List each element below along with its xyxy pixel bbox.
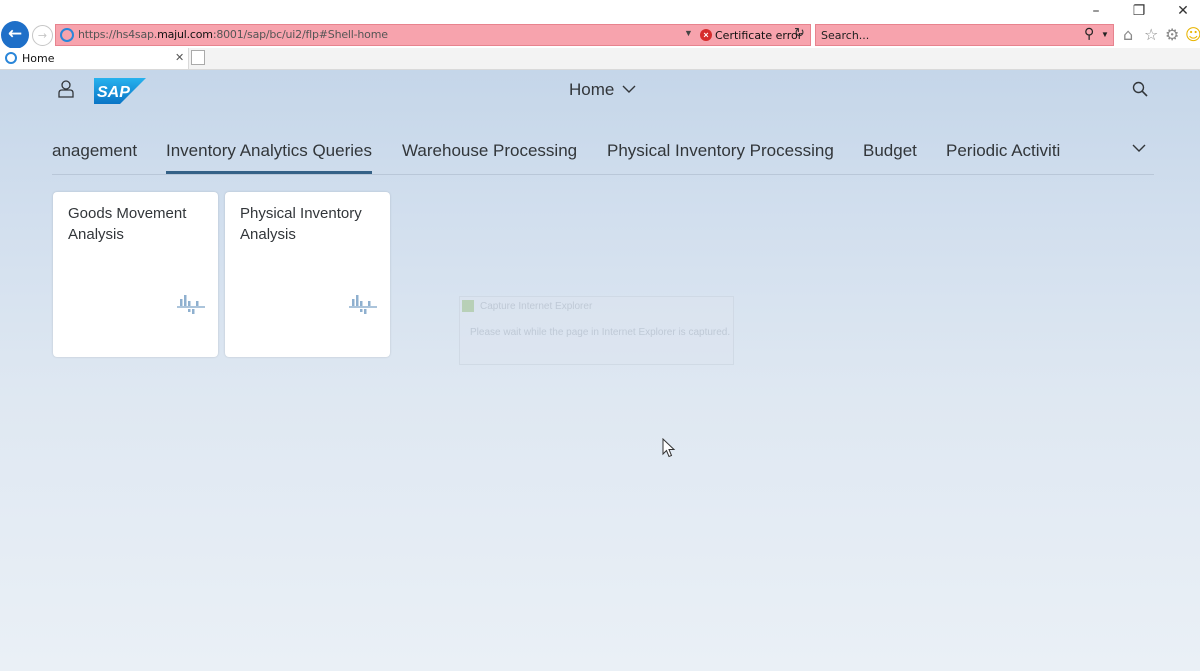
tile-goods-movement-analysis[interactable]: Goods Movement Analysis xyxy=(53,192,218,357)
mouse-cursor-icon xyxy=(662,438,676,458)
capture-overlay-dialog: Capture Internet Explorer Please wait wh… xyxy=(459,296,734,365)
shell-title[interactable]: Home xyxy=(569,80,614,100)
tab-close-icon[interactable]: ✕ xyxy=(175,51,184,64)
certificate-error-label[interactable]: Certificate error xyxy=(715,29,802,42)
anchor-tab-warehouse-processing[interactable]: Warehouse Processing xyxy=(402,141,577,161)
tab-title: Home xyxy=(22,52,55,65)
analysis-chart-icon xyxy=(349,295,377,314)
refresh-icon[interactable]: ↻ xyxy=(794,26,805,41)
ie-page-icon xyxy=(60,28,74,42)
home-icon[interactable]: ⌂ xyxy=(1123,25,1133,44)
anchor-tab-periodic-activities[interactable]: Periodic Activiti xyxy=(946,141,1063,161)
anchor-overflow-chevron-icon[interactable] xyxy=(1132,143,1146,153)
address-url[interactable]: https://hs4sap.majul.com:8001/sap/bc/ui2… xyxy=(78,28,388,41)
close-window-button[interactable]: ✕ xyxy=(1168,2,1198,20)
shell-header: SAP Home xyxy=(0,70,1200,110)
capture-app-icon xyxy=(462,300,474,312)
browser-tab-home[interactable]: Home ✕ xyxy=(0,48,189,69)
browser-nav-bar: ← → https://hs4sap.majul.com:8001/sap/bc… xyxy=(0,21,1200,49)
tile-physical-inventory-analysis[interactable]: Physical Inventory Analysis xyxy=(225,192,390,357)
svg-text:SAP: SAP xyxy=(97,84,130,101)
forward-button[interactable]: → xyxy=(32,25,53,46)
certificate-error-icon[interactable]: × xyxy=(700,29,712,41)
new-tab-button[interactable] xyxy=(191,50,205,65)
smiley-feedback-icon[interactable]: ☺ xyxy=(1185,25,1200,44)
ie-tab-icon xyxy=(5,52,17,64)
sap-logo[interactable]: SAP xyxy=(94,78,146,104)
search-placeholder: Search... xyxy=(821,29,870,42)
restore-button[interactable]: ❐ xyxy=(1124,2,1154,20)
anchor-tab-physical-inventory-processing[interactable]: Physical Inventory Processing xyxy=(607,141,834,161)
address-bar[interactable]: https://hs4sap.majul.com:8001/sap/bc/ui2… xyxy=(55,24,811,46)
browser-search-icon[interactable]: ⚲ xyxy=(1084,26,1094,42)
search-icon[interactable] xyxy=(1132,81,1148,97)
tile-title: Goods Movement Analysis xyxy=(68,205,187,243)
user-icon[interactable] xyxy=(58,80,74,98)
browser-search-box[interactable]: Search... ⚲ ▼ xyxy=(815,24,1114,46)
settings-gear-icon[interactable]: ⚙ xyxy=(1165,25,1179,44)
anchor-tab-management[interactable]: anagement xyxy=(52,141,137,161)
browser-titlebar: – ❐ ✕ xyxy=(0,0,1200,22)
search-dropdown-icon[interactable]: ▼ xyxy=(1101,30,1109,39)
browser-tab-strip: Home ✕ xyxy=(0,48,1200,70)
tile-title: Physical Inventory Analysis xyxy=(240,205,362,243)
anchor-tab-inventory-analytics-queries[interactable]: Inventory Analytics Queries xyxy=(166,141,372,174)
address-dropdown-icon[interactable]: ▼ xyxy=(684,28,693,38)
capture-dialog-title: Capture Internet Explorer xyxy=(480,301,593,312)
anchor-navigation-bar: anagement Inventory Analytics Queries Wa… xyxy=(52,130,1154,175)
anchor-tab-budget[interactable]: Budget xyxy=(863,141,917,161)
back-button[interactable]: ← xyxy=(1,21,29,49)
chevron-down-icon[interactable] xyxy=(622,84,636,94)
minimize-button[interactable]: – xyxy=(1081,2,1111,20)
fiori-launchpad: SAP Home anagement Inventory Analytics Q… xyxy=(0,70,1200,671)
capture-dialog-message: Please wait while the page in Internet E… xyxy=(470,327,731,338)
analysis-chart-icon xyxy=(177,295,205,314)
favorites-star-icon[interactable]: ☆ xyxy=(1144,25,1158,44)
